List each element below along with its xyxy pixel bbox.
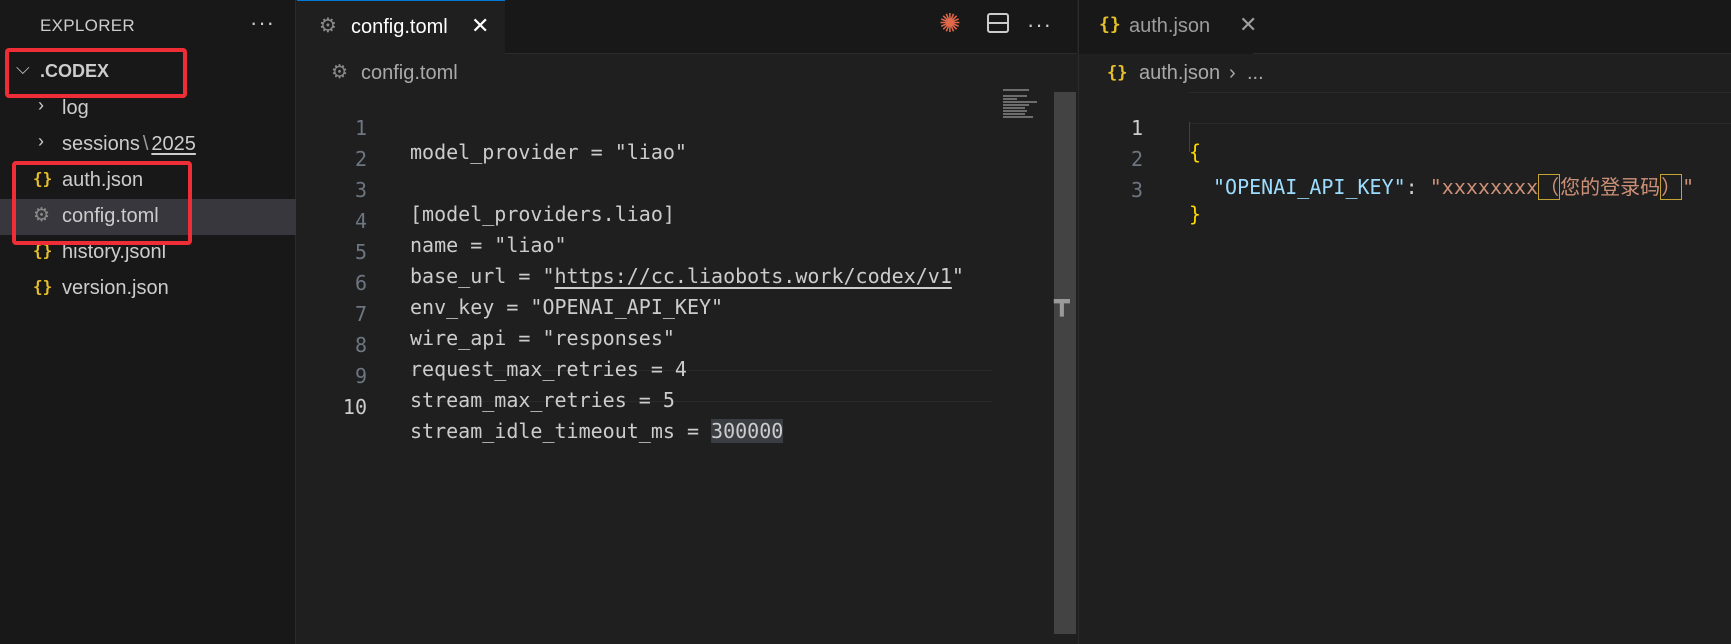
tree-item-auth-json[interactable]: {} auth.json xyxy=(0,163,296,199)
explorer-sidebar: EXPLORER ··· ⌵ .CODEX › log › sessions \ 2… xyxy=(0,0,296,644)
line-text: stream_idle_timeout_ms = xyxy=(410,419,712,443)
json-file-icon: {} xyxy=(1107,63,1128,83)
line-text: [model_providers.liao] xyxy=(410,202,675,226)
current-line-highlight xyxy=(1189,92,1731,124)
code-line: 3 } xyxy=(1079,154,1201,226)
close-icon[interactable]: ✕ xyxy=(471,13,489,39)
line-text: { xyxy=(1189,140,1202,164)
tab-bar: {} auth.json ✕ xyxy=(1079,0,1731,54)
chevron-right-icon: › xyxy=(1229,62,1236,84)
tree-item-log[interactable]: › log xyxy=(0,91,296,127)
tree-item-label: log xyxy=(62,97,89,119)
line-text: wire_api = "responses" xyxy=(410,326,675,350)
tree-item-config-toml[interactable]: ⚙ config.toml xyxy=(0,199,296,235)
close-icon[interactable]: ✕ xyxy=(1239,12,1257,38)
gear-icon: ⚙ xyxy=(331,62,349,83)
more-actions-icon[interactable]: ··· xyxy=(1027,12,1052,38)
line-text: name = "liao" xyxy=(410,233,567,257)
gear-icon: ⚙ xyxy=(33,205,51,226)
tree-item-label: history.jsonl xyxy=(62,241,167,263)
folder-codex[interactable]: ⌵ .CODEX xyxy=(0,54,296,90)
tab-label: auth.json xyxy=(1129,15,1211,37)
chevron-right-icon: › xyxy=(38,131,44,151)
tree-item-sublabel: 2025 xyxy=(151,133,196,155)
breadcrumb-file[interactable]: config.toml xyxy=(361,62,458,85)
code-line: 2 xyxy=(297,123,369,171)
explorer-header: EXPLORER ··· xyxy=(0,0,296,52)
line-text: model_provider = "liao" xyxy=(410,140,687,164)
tab-label: config.toml xyxy=(351,16,448,38)
json-value: "xxxxxxxx xyxy=(1429,175,1539,199)
chevron-down-icon: ⌵ xyxy=(16,58,30,78)
json-file-icon: {} xyxy=(33,277,53,296)
sparkle-icon[interactable]: ✺ xyxy=(939,8,961,39)
line-text: " xyxy=(951,264,964,288)
folder-label: .CODEX xyxy=(40,61,110,81)
tree-item-label: auth.json xyxy=(62,169,144,191)
editor-group-config: ⚙ config.toml ✕ ✺ ··· ⚙ config.toml 1 mo… xyxy=(297,0,1077,644)
path-separator: \ xyxy=(142,133,149,155)
json-file-icon: {} xyxy=(1099,14,1121,35)
tree-item-label: version.json xyxy=(62,277,169,299)
code-line: 10 stream_idle_timeout_ms = 300000 xyxy=(297,371,784,443)
tree-item-label: config.toml xyxy=(62,205,159,227)
code-line: 7 wire_api = "responses" xyxy=(297,278,675,350)
tab-auth-json[interactable]: {} auth.json ✕ xyxy=(1079,0,1257,54)
json-file-icon: {} xyxy=(33,169,53,188)
minimap[interactable] xyxy=(1003,89,1037,119)
line-text: base_url = " xyxy=(410,264,555,288)
json-value-paren: （ xyxy=(1538,174,1561,200)
chevron-right-icon: › xyxy=(38,95,44,115)
code-line: 9 stream_max_retries = 5 xyxy=(297,340,675,412)
selection-highlight: 300000 xyxy=(711,419,784,443)
code-line: 1 { xyxy=(1079,92,1201,164)
tab-bar: ⚙ config.toml ✕ ✺ ··· xyxy=(297,0,1077,54)
tree-item-version-json[interactable]: {} version.json xyxy=(0,271,296,307)
line-text: env_key = "OPENAI_API_KEY" xyxy=(410,295,724,319)
line-number: 3 xyxy=(1130,178,1143,202)
json-value: 您的登录码 xyxy=(1560,175,1661,199)
tree-item-history-jsonl[interactable]: {} history.jsonl xyxy=(0,235,296,271)
split-editor-icon[interactable] xyxy=(986,12,1010,40)
breadcrumb-rest[interactable]: ... xyxy=(1247,62,1264,85)
ellipsis-icon[interactable]: ··· xyxy=(250,10,275,36)
code-line: 2 "OPENAI_API_KEY": "xxxxxxxx（您的登录码）" xyxy=(1079,123,1694,200)
line-number: 10 xyxy=(342,395,367,419)
tab-config-toml[interactable]: ⚙ config.toml ✕ xyxy=(297,0,505,54)
code-line: 8 request_max_retries = 4 xyxy=(297,309,687,381)
line-text: } xyxy=(1189,202,1202,226)
code-line: 6 env_key = "OPENAI_API_KEY" xyxy=(297,247,723,319)
json-value: " xyxy=(1682,175,1695,199)
tree-item-sessions[interactable]: › sessions \ 2025 xyxy=(0,127,296,163)
json-key: "OPENAI_API_KEY" xyxy=(1213,175,1406,199)
url-link[interactable]: https://cc.liaobots.work/codex/v1 xyxy=(555,264,952,288)
code-line: 1 model_provider = "liao" xyxy=(297,92,687,164)
editor-group-auth: {} auth.json ✕ {} auth.json › ... 1 { 2 … xyxy=(1078,0,1731,644)
tree-item-label: sessions xyxy=(62,133,140,155)
breadcrumb-file[interactable]: auth.json xyxy=(1139,62,1220,85)
json-file-icon: {} xyxy=(33,241,53,260)
code-line: 4 name = "liao" xyxy=(297,185,567,257)
sash-handle-icon[interactable]: ┳ xyxy=(1054,286,1070,317)
code-line: 5 base_url = "https://cc.liaobots.work/c… xyxy=(297,216,964,288)
vertical-scrollbar[interactable] xyxy=(1054,92,1076,634)
line-text: request_max_retries = 4 xyxy=(410,357,687,381)
line-text: stream_max_retries = 5 xyxy=(410,388,675,412)
json-colon: : xyxy=(1405,175,1430,199)
code-line: 3 [model_providers.liao] xyxy=(297,154,675,226)
json-value-paren: ） xyxy=(1660,174,1683,200)
explorer-title: EXPLORER xyxy=(40,16,135,35)
gear-icon: ⚙ xyxy=(319,15,337,37)
